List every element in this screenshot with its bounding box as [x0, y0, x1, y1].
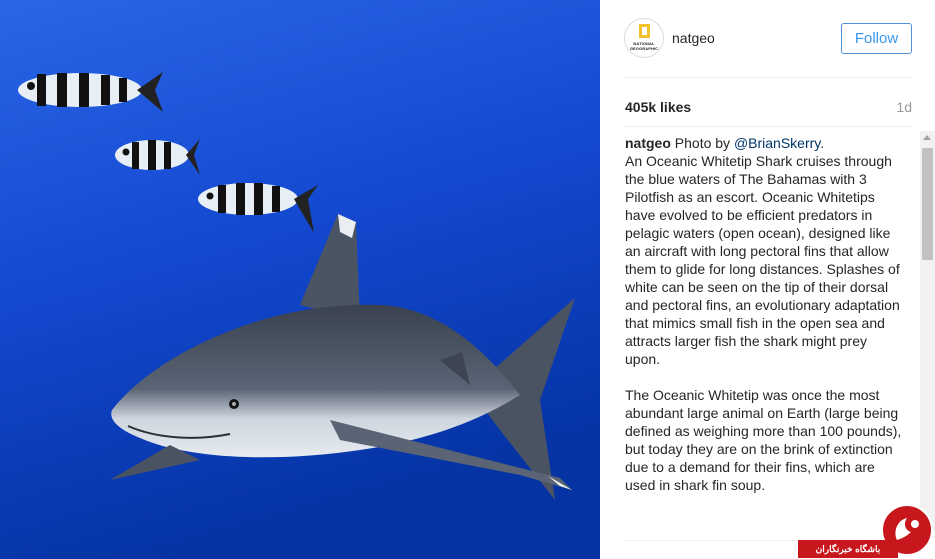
caption-scroll-area[interactable]: natgeo Photo by @BrianSkerry. An Oceanic …	[625, 134, 905, 531]
photographer-mention[interactable]: @BrianSkerry	[734, 135, 820, 151]
post-header: NATIONAL GEOGRAPHIC natgeo Follow	[624, 18, 912, 78]
username-link[interactable]: natgeo	[672, 30, 715, 46]
caption-username[interactable]: natgeo	[625, 135, 671, 151]
watermark: باشگاه خبرنگاران	[798, 504, 935, 559]
divider	[624, 126, 912, 127]
caption-period: .	[820, 135, 825, 151]
post-photo[interactable]	[0, 0, 600, 559]
caption-photo-by: Photo by	[670, 135, 734, 151]
follow-button[interactable]: Follow	[841, 23, 912, 54]
scrollbar-thumb[interactable]	[922, 148, 933, 260]
natgeo-logo-icon	[639, 24, 650, 38]
avatar[interactable]: NATIONAL GEOGRAPHIC	[624, 18, 664, 58]
post-age[interactable]: 1d	[896, 99, 912, 115]
caption-paragraph-2: The Oceanic Whitetip was once the most a…	[625, 387, 902, 493]
shark-photo	[0, 0, 600, 559]
watermark-label: باشگاه خبرنگاران	[798, 540, 898, 558]
caption-paragraph-1: An Oceanic Whitetip Shark cruises throug…	[625, 153, 900, 367]
post-panel: NATIONAL GEOGRAPHIC natgeo Follow 405k l…	[600, 0, 935, 559]
avatar-logo-text: NATIONAL GEOGRAPHIC	[629, 41, 659, 51]
likes-count[interactable]: 405k likes	[625, 99, 691, 115]
caption-scrollbar[interactable]	[920, 131, 935, 531]
triangle-up-icon[interactable]	[923, 135, 931, 140]
caption: natgeo Photo by @BrianSkerry. An Oceanic …	[625, 134, 905, 494]
